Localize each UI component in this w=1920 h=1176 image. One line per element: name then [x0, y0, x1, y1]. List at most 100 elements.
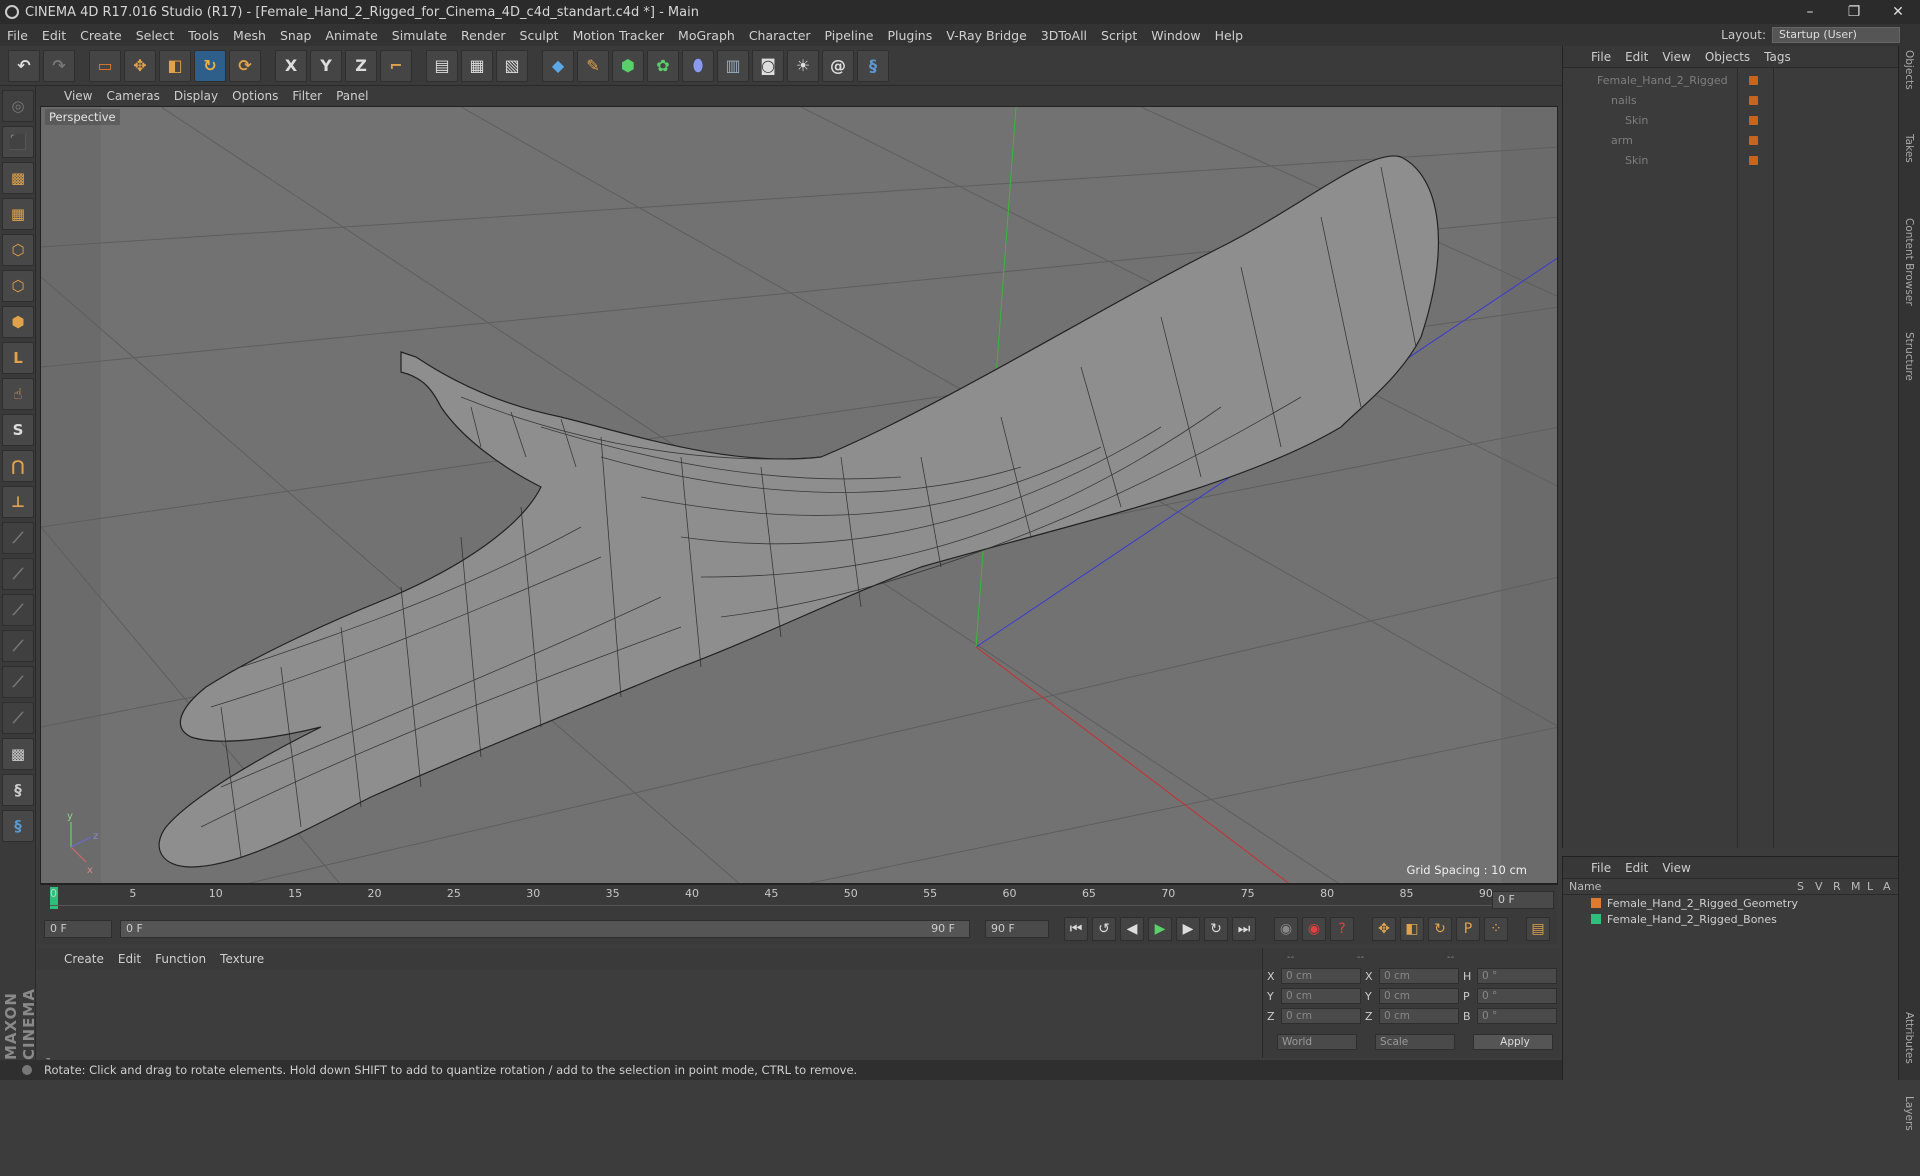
render-settings-icon[interactable]: ▧: [496, 49, 528, 82]
minimize-button[interactable]: –: [1788, 4, 1832, 20]
tab-attributes[interactable]: Attributes: [1899, 1012, 1915, 1092]
python-icon[interactable]: §: [857, 49, 889, 82]
light-icon[interactable]: ☀: [787, 49, 819, 82]
undo-button[interactable]: ↶: [8, 49, 40, 82]
layer-row[interactable]: Female_Hand_2_Rigged_Bones: [1563, 911, 1898, 927]
grid-lock-icon[interactable]: ▩: [2, 738, 34, 770]
menu-window[interactable]: Window: [1144, 28, 1207, 43]
tab-layers[interactable]: Layers: [1899, 1096, 1915, 1176]
tweak-icon[interactable]: ☝: [2, 378, 34, 410]
tab-objects[interactable]: Objects: [1899, 50, 1915, 130]
key-scale-icon[interactable]: ◧: [1400, 917, 1424, 941]
snapping-icon[interactable]: S: [2, 414, 34, 446]
current-frame-field[interactable]: 0 F: [1492, 891, 1554, 909]
end-frame-field[interactable]: 90 F: [985, 920, 1049, 938]
spiral-plugin-icon[interactable]: @: [822, 49, 854, 82]
vp-menu-cameras[interactable]: Cameras: [106, 89, 159, 103]
apply-button[interactable]: Apply: [1473, 1034, 1553, 1050]
next-key-button[interactable]: ↻: [1204, 917, 1228, 941]
menu-file[interactable]: File: [0, 28, 35, 43]
y-axis-button[interactable]: Y: [310, 49, 342, 82]
obj-menu-objects[interactable]: Objects: [1705, 50, 1750, 64]
vp-menu-filter[interactable]: Filter: [292, 89, 322, 103]
ik-tool-icon[interactable]: ⟋: [2, 522, 34, 554]
next-frame-button[interactable]: ▶: [1176, 917, 1200, 941]
vp-menu-options[interactable]: Options: [232, 89, 278, 103]
menu-help[interactable]: Help: [1208, 28, 1251, 43]
rotation-h-field[interactable]: 0 °: [1477, 968, 1557, 984]
key-rotation-icon[interactable]: ↻: [1428, 917, 1452, 941]
skin-tool-icon[interactable]: ⟋: [2, 702, 34, 734]
live-selection-icon[interactable]: ▭: [89, 49, 121, 82]
start-frame-field[interactable]: 0 F: [44, 920, 112, 938]
weight-tool-icon[interactable]: ⟋: [2, 558, 34, 590]
keyframe-selection-icon[interactable]: ?: [1330, 917, 1354, 941]
workplane-icon[interactable]: ▦: [2, 198, 34, 230]
menu-pipeline[interactable]: Pipeline: [818, 28, 881, 43]
timeline-ruler[interactable]: 0 5 10 15 20 25 30 35 40 45 50 55 60 65 …: [40, 884, 1558, 914]
bind-tool-icon[interactable]: ⟋: [2, 594, 34, 626]
coordinate-mode-dropdown[interactable]: World: [1277, 1034, 1357, 1050]
axis-mode-icon[interactable]: L: [2, 342, 34, 374]
menu-plugins[interactable]: Plugins: [880, 28, 939, 43]
mat-menu-texture[interactable]: Texture: [220, 952, 264, 966]
recent-tool-icon[interactable]: ⟳: [229, 49, 261, 82]
close-button[interactable]: ✕: [1876, 4, 1920, 20]
move-icon[interactable]: ✥: [124, 49, 156, 82]
spline-tool-icon[interactable]: §: [2, 774, 34, 806]
tab-takes[interactable]: Takes: [1899, 134, 1915, 214]
make-editable-icon[interactable]: ◎: [2, 90, 34, 122]
perspective-viewport[interactable]: y z x Perspective Grid Spacing : 10 cm: [40, 106, 1558, 884]
menu-tools[interactable]: Tools: [181, 28, 226, 43]
record-keys-icon[interactable]: ◉: [1274, 917, 1298, 941]
layer-row[interactable]: Female_Hand_2_Rigged_Geometry: [1563, 895, 1898, 911]
subdivision-surface-icon[interactable]: ⬢: [612, 49, 644, 82]
object-row[interactable]: Skin: [1563, 110, 1898, 130]
position-y-field[interactable]: 0 cm: [1281, 988, 1361, 1004]
menu-mograph[interactable]: MoGraph: [671, 28, 742, 43]
camera-icon[interactable]: ◙: [752, 49, 784, 82]
polygons-mode-icon[interactable]: ⬢: [2, 306, 34, 338]
spline-pen-icon[interactable]: ✎: [577, 49, 609, 82]
menu-snap[interactable]: Snap: [273, 28, 318, 43]
rotate-icon[interactable]: ↻: [194, 49, 226, 82]
autokey-icon[interactable]: ◉: [1302, 917, 1326, 941]
size-mode-dropdown[interactable]: Scale: [1375, 1034, 1455, 1050]
menu-script[interactable]: Script: [1094, 28, 1144, 43]
object-row[interactable]: arm: [1563, 130, 1898, 150]
render-view-icon[interactable]: ▤: [426, 49, 458, 82]
play-button[interactable]: ▶: [1148, 917, 1172, 941]
obj-menu-edit[interactable]: Edit: [1625, 50, 1648, 64]
tab-content-browser[interactable]: Content Browser: [1899, 218, 1915, 328]
z-axis-button[interactable]: Z: [345, 49, 377, 82]
scale-icon[interactable]: ◧: [159, 49, 191, 82]
edges-mode-icon[interactable]: ⬡: [2, 270, 34, 302]
x-axis-button[interactable]: X: [275, 49, 307, 82]
layer-color-swatch[interactable]: [1591, 914, 1601, 924]
mat-menu-edit[interactable]: Edit: [118, 952, 141, 966]
key-position-icon[interactable]: ✥: [1372, 917, 1396, 941]
vp-menu-panel[interactable]: Panel: [336, 89, 368, 103]
texture-mode-icon[interactable]: ▩: [2, 162, 34, 194]
menu-create[interactable]: Create: [73, 28, 129, 43]
vp-menu-display[interactable]: Display: [174, 89, 218, 103]
menu-select[interactable]: Select: [129, 28, 182, 43]
go-to-end-button[interactable]: ⏭: [1232, 917, 1256, 941]
key-pla-icon[interactable]: ⁘: [1484, 917, 1508, 941]
vp-menu-view[interactable]: View: [64, 89, 92, 103]
joint-tool-icon[interactable]: ⊥: [2, 486, 34, 518]
timeline-window-icon[interactable]: ▤: [1526, 917, 1550, 941]
menu-mesh[interactable]: Mesh: [226, 28, 273, 43]
rotation-b-field[interactable]: 0 °: [1477, 1008, 1557, 1024]
python-console-icon[interactable]: §: [2, 810, 34, 842]
obj-menu-view[interactable]: View: [1662, 50, 1690, 64]
layout-dropdown[interactable]: Startup (User): [1772, 27, 1900, 43]
layer-menu-view[interactable]: View: [1662, 861, 1690, 875]
mat-menu-create[interactable]: Create: [64, 952, 104, 966]
menu-sculpt[interactable]: Sculpt: [513, 28, 566, 43]
layer-menu-file[interactable]: File: [1591, 861, 1611, 875]
model-mode-icon[interactable]: ⬛: [2, 126, 34, 158]
restore-button[interactable]: ❐: [1832, 4, 1876, 20]
array-icon[interactable]: ✿: [647, 49, 679, 82]
position-x-field[interactable]: 0 cm: [1281, 968, 1361, 984]
